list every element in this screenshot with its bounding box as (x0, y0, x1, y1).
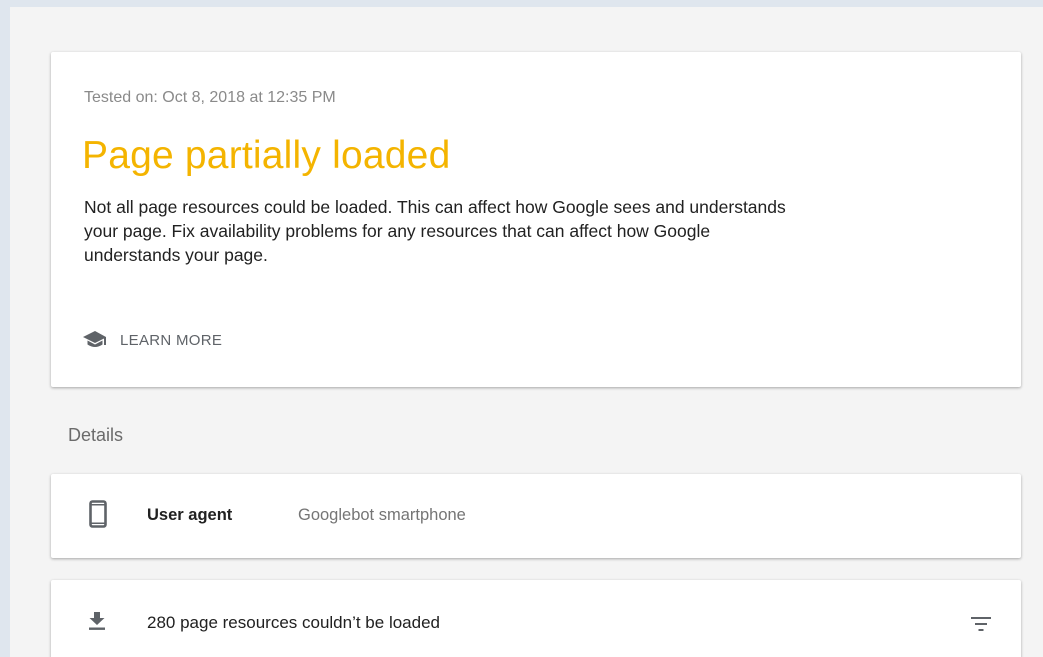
page-resources-label: 280 page resources couldn’t be loaded (147, 613, 440, 632)
results-panel: Tested on: Oct 8, 2018 at 12:35 PM Page … (10, 7, 1043, 657)
user-agent-card: User agent Googlebot smartphone (51, 474, 1021, 558)
details-heading: Details (68, 425, 124, 445)
page-resources-card[interactable]: 280 page resources couldn’t be loaded (51, 580, 1021, 657)
tested-on-timestamp: Tested on: Oct 8, 2018 at 12:35 PM (84, 89, 336, 106)
user-agent-label: User agent (147, 506, 233, 524)
learn-more-button[interactable]: LEARN MORE (82, 329, 222, 351)
download-icon (88, 611, 106, 636)
status-description: Not all page resources could be loaded. … (84, 197, 786, 265)
smartphone-icon (89, 500, 107, 533)
learn-more-label: LEARN MORE (120, 331, 223, 349)
school-icon (82, 329, 110, 351)
filter-icon[interactable] (970, 616, 992, 637)
status-title: Page partially loaded (82, 134, 451, 177)
test-summary-card: Tested on: Oct 8, 2018 at 12:35 PM Page … (51, 52, 1021, 387)
user-agent-value: Googlebot smartphone (298, 506, 466, 524)
